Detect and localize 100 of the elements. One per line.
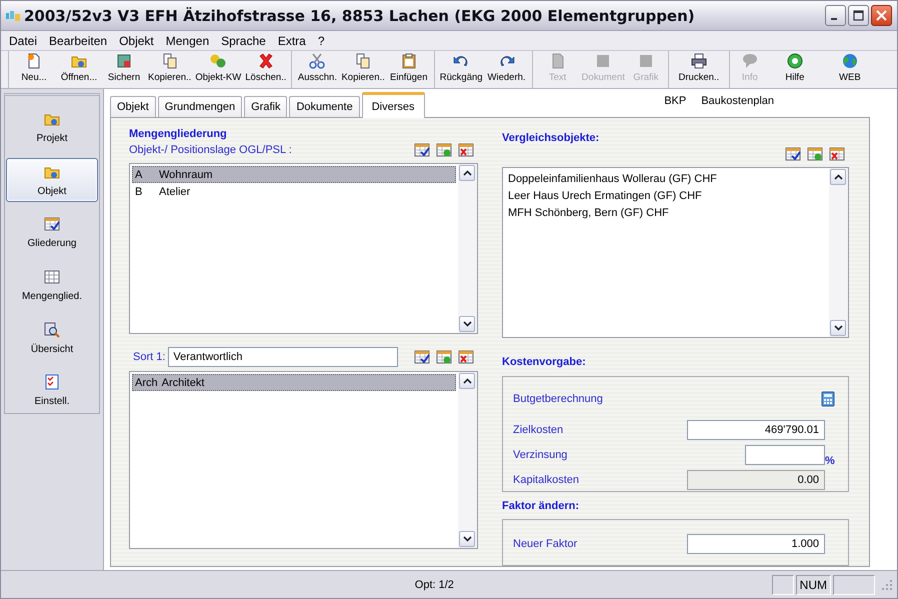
table-check-icon: [44, 216, 60, 232]
sidebar-item[interactable]: Einstell.: [6, 368, 98, 414]
circles-icon: [210, 53, 226, 69]
list-row[interactable]: Leer Haus Urech Ermatingen (GF) CHF: [505, 187, 827, 204]
table-add-icon[interactable]: [436, 349, 452, 365]
table-delete-icon[interactable]: [458, 142, 474, 158]
scrollbar[interactable]: [458, 164, 477, 333]
globe-icon: [842, 53, 858, 69]
tab[interactable]: Dokumente: [289, 96, 360, 117]
menu-item[interactable]: Datei: [3, 34, 44, 48]
tab[interactable]: Grundmengen: [158, 96, 242, 117]
toolbar-button[interactable]: Kopieren..: [339, 51, 387, 88]
input-field[interactable]: Verantwortlich: [168, 347, 398, 367]
status-pane: [833, 574, 875, 594]
caret-down-icon: [834, 325, 842, 331]
scroll-down-button[interactable]: [459, 316, 475, 332]
toolbar-button[interactable]: Löschen..: [243, 51, 288, 88]
table-delete-icon[interactable]: [458, 349, 474, 365]
scrollbar[interactable]: [458, 372, 477, 548]
plan-label: Baukostenplan: [701, 95, 774, 107]
toolbar-button[interactable]: Einfügen: [386, 51, 431, 88]
list-row[interactable]: A Wohnraum: [132, 166, 456, 183]
resize-grip-icon[interactable]: [881, 578, 893, 590]
num-lock-indicator: NUM: [796, 574, 831, 594]
toolbar-button[interactable]: Drucken..: [672, 51, 726, 88]
section-heading: Vergleichsobjekte:: [502, 132, 600, 146]
save-icon: [116, 53, 132, 69]
scissors-icon: [309, 53, 326, 69]
sidebar-item[interactable]: Übersicht: [6, 316, 98, 360]
input-field[interactable]: [745, 445, 825, 465]
menu-item[interactable]: Bearbeiten: [43, 34, 114, 48]
toolbar-button[interactable]: Öffnen...: [56, 51, 102, 88]
scroll-up-button[interactable]: [830, 169, 846, 185]
printer-icon: [690, 53, 707, 69]
checklist-icon: [44, 374, 60, 390]
maximize-icon: [853, 10, 864, 21]
budget-link[interactable]: Butgetberechnung: [513, 393, 820, 405]
minimize-button[interactable]: [825, 5, 846, 26]
menu-item[interactable]: Sprache: [215, 34, 272, 48]
square-icon: [595, 53, 612, 69]
toolbar-button[interactable]: Wiederh.: [484, 51, 529, 88]
toolbar-button[interactable]: Objekt-KW: [193, 51, 244, 88]
input-field[interactable]: 1.000: [687, 534, 825, 554]
row-label: Atelier: [159, 186, 190, 198]
field-label: Verzinsung: [513, 449, 568, 461]
toolbar-button[interactable]: Hilfe: [766, 51, 823, 88]
close-icon: [876, 10, 887, 21]
list-row[interactable]: Doppeleinfamilienhaus Wollerau (GF) CHF: [505, 170, 827, 187]
tab[interactable]: Objekt: [110, 96, 156, 117]
menu-item[interactable]: Mengen: [160, 34, 216, 48]
toolbar-button[interactable]: Kopieren..: [146, 51, 194, 88]
sidebar-item[interactable]: Objekt: [6, 158, 98, 202]
square-icon: [638, 53, 654, 69]
list-row[interactable]: MFH Schönberg, Bern (GF) CHF: [505, 204, 827, 221]
scroll-down-button[interactable]: [459, 531, 475, 547]
menu-item[interactable]: ?: [312, 34, 331, 48]
copy-icon: [355, 53, 372, 69]
scrollbar[interactable]: [829, 168, 848, 337]
undo-icon: [453, 53, 470, 69]
table-delete-icon[interactable]: [829, 146, 845, 162]
sidebar-item[interactable]: Mengenglied.: [6, 263, 98, 308]
document-icon: [26, 53, 42, 69]
table-add-icon[interactable]: [436, 142, 452, 158]
menu-item[interactable]: Extra: [272, 34, 312, 48]
section-heading: Mengengliederung: [129, 128, 228, 142]
tab[interactable]: Grafik: [244, 96, 288, 117]
sidebar-item[interactable]: Gliederung: [6, 210, 98, 256]
field-label: Neuer Faktor: [513, 538, 578, 550]
calculator-icon[interactable]: [820, 391, 836, 407]
toolbar-button[interactable]: Neu...: [12, 51, 56, 88]
list-row[interactable]: B Atelier: [132, 183, 456, 200]
section-heading: Kostenvorgabe:: [502, 356, 587, 370]
caret-down-icon: [462, 321, 472, 327]
scroll-up-button[interactable]: [459, 373, 475, 389]
input-field[interactable]: 469'790.01: [687, 420, 825, 440]
scroll-down-button[interactable]: [830, 320, 846, 336]
field-label: Zielkosten: [513, 424, 564, 436]
code-label: BKP: [664, 95, 686, 107]
toolbar-button[interactable]: Rückgäng: [438, 51, 485, 88]
cross-icon: [258, 53, 274, 69]
sidebar-item[interactable]: Projekt: [6, 105, 98, 150]
table-check-icon[interactable]: [414, 349, 430, 365]
table-check-icon[interactable]: [414, 142, 430, 158]
toolbar-button[interactable]: Ausschn.: [295, 51, 340, 88]
speech-bubble-icon: [742, 53, 758, 69]
toolbar-button[interactable]: Sichern: [102, 51, 146, 88]
toolbar-button[interactable]: WEB: [822, 51, 877, 88]
section-heading: Faktor ändern:: [502, 500, 580, 514]
table-add-icon[interactable]: [807, 146, 823, 162]
field-label: Sort 1:: [133, 351, 166, 363]
scroll-up-button[interactable]: [459, 165, 475, 181]
list-row[interactable]: Arch Architekt: [132, 374, 456, 391]
caret-up-icon: [834, 174, 842, 180]
input-field: 0.00: [687, 470, 825, 490]
section-subtitle: Objekt-/ Positionslage OGL/PSL :: [129, 144, 292, 156]
close-button[interactable]: [871, 5, 892, 26]
maximize-button[interactable]: [848, 5, 869, 26]
table-check-icon[interactable]: [785, 146, 801, 162]
tab[interactable]: Diverses: [362, 92, 425, 118]
menu-item[interactable]: Objekt: [113, 34, 160, 48]
